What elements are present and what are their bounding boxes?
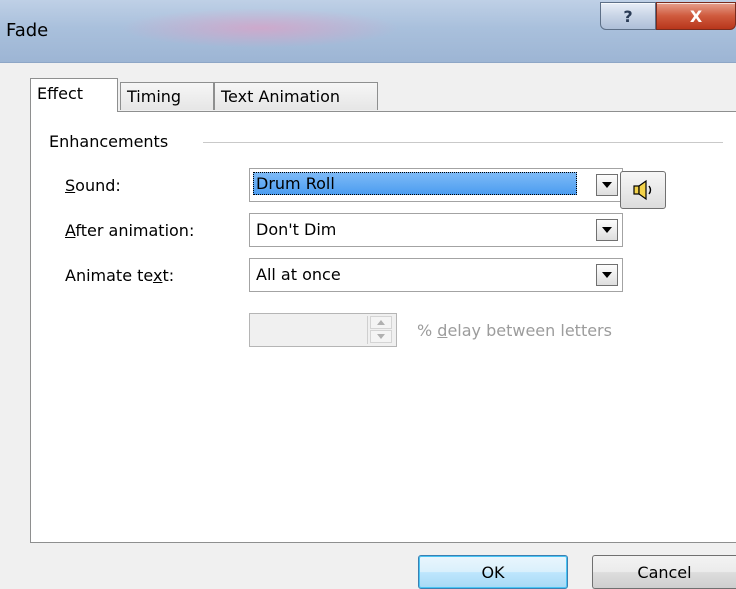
tab-text-animation-label: Text Animation bbox=[221, 87, 341, 106]
delay-label: % delay between letters bbox=[417, 321, 612, 340]
spinner-down-button[interactable] bbox=[370, 330, 392, 343]
spinner-up-button[interactable] bbox=[370, 316, 392, 329]
after-animation-dropdown[interactable]: Don't Dim bbox=[249, 213, 623, 247]
sound-value: Drum Roll bbox=[253, 172, 577, 195]
sound-dropdown[interactable]: Drum Roll bbox=[249, 168, 623, 202]
enhancements-group-title: Enhancements bbox=[49, 132, 175, 151]
spinner-buttons bbox=[367, 316, 394, 344]
title-bar[interactable]: Fade ? X bbox=[0, 0, 736, 63]
after-animation-value: Don't Dim bbox=[256, 220, 337, 239]
fade-dialog: Fade ? X Effect Timing Text Animation En… bbox=[0, 0, 736, 589]
tab-timing-label: Timing bbox=[127, 87, 182, 106]
ok-button-label: OK bbox=[481, 562, 505, 582]
chevron-down-icon bbox=[602, 272, 612, 278]
sound-dropdown-arrow[interactable] bbox=[596, 174, 618, 196]
group-divider bbox=[203, 142, 723, 143]
chevron-up-icon bbox=[377, 320, 385, 325]
close-button[interactable]: X bbox=[656, 2, 736, 30]
window-title: Fade bbox=[6, 20, 49, 41]
chevron-down-icon bbox=[602, 182, 612, 188]
sound-label: Sound: bbox=[65, 176, 121, 195]
animate-text-value: All at once bbox=[256, 265, 341, 284]
tab-text-animation[interactable]: Text Animation bbox=[214, 82, 378, 110]
tab-effect[interactable]: Effect bbox=[30, 78, 118, 112]
sound-settings-button[interactable] bbox=[620, 171, 666, 209]
after-animation-dropdown-arrow[interactable] bbox=[596, 219, 618, 241]
after-animation-label: After animation: bbox=[65, 221, 195, 240]
close-icon: X bbox=[689, 6, 703, 26]
cancel-button[interactable]: Cancel bbox=[592, 555, 736, 589]
animate-text-label: Animate text: bbox=[65, 266, 175, 285]
help-icon: ? bbox=[623, 6, 633, 26]
cancel-button-label: Cancel bbox=[637, 562, 692, 582]
animate-text-dropdown[interactable]: All at once bbox=[249, 258, 623, 292]
tab-timing[interactable]: Timing bbox=[120, 82, 214, 110]
animate-text-dropdown-arrow[interactable] bbox=[596, 264, 618, 286]
dialog-body: Effect Timing Text Animation Enhancement… bbox=[0, 63, 736, 589]
ok-button[interactable]: OK bbox=[418, 555, 568, 589]
chevron-down-icon bbox=[377, 334, 385, 339]
delay-spinner[interactable] bbox=[249, 313, 397, 347]
tab-effect-label: Effect bbox=[37, 84, 84, 103]
chevron-down-icon bbox=[602, 227, 612, 233]
help-button[interactable]: ? bbox=[600, 2, 656, 30]
speaker-icon bbox=[633, 179, 652, 201]
